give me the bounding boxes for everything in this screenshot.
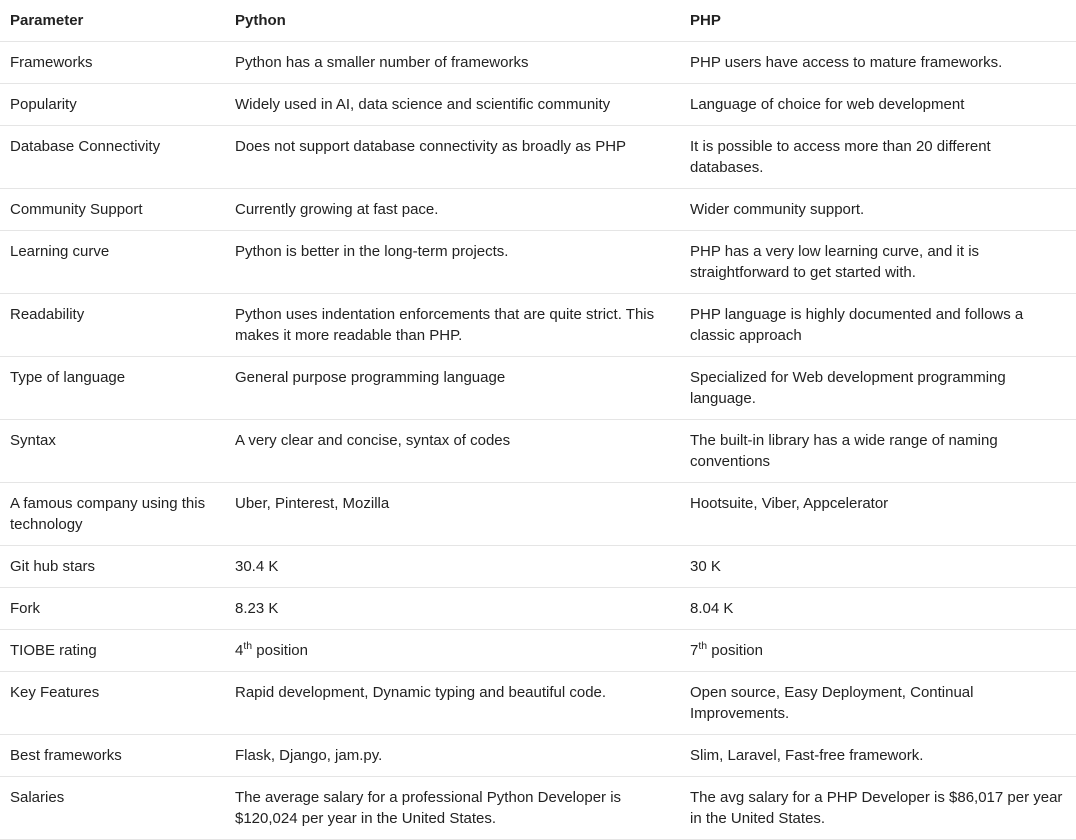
cell-php: The avg salary for a PHP Developer is $8…: [680, 777, 1076, 840]
cell-parameter: A famous company using this technology: [0, 483, 225, 546]
cell-parameter: Readability: [0, 294, 225, 357]
cell-python: 8.23 K: [225, 588, 680, 630]
cell-php: PHP users have access to mature framewor…: [680, 42, 1076, 84]
cell-php: The built-in library has a wide range of…: [680, 420, 1076, 483]
cell-python: Currently growing at fast pace.: [225, 189, 680, 231]
rank-suffix: position: [707, 642, 763, 659]
cell-python: 30.4 K: [225, 546, 680, 588]
header-python: Python: [225, 0, 680, 42]
cell-python: Uber, Pinterest, Mozilla: [225, 483, 680, 546]
cell-php: PHP language is highly documented and fo…: [680, 294, 1076, 357]
cell-python: Python has a smaller number of framework…: [225, 42, 680, 84]
cell-php: Hootsuite, Viber, Appcelerator: [680, 483, 1076, 546]
cell-python: The average salary for a professional Py…: [225, 777, 680, 840]
rank-ordinal: th: [243, 640, 252, 652]
cell-parameter: Salaries: [0, 777, 225, 840]
cell-parameter: Best frameworks: [0, 735, 225, 777]
table-row: PopularityWidely used in AI, data scienc…: [0, 84, 1076, 126]
cell-python: Does not support database connectivity a…: [225, 126, 680, 189]
cell-parameter: Learning curve: [0, 231, 225, 294]
table-row: TIOBE rating4th position7th position: [0, 630, 1076, 672]
cell-php: PHP has a very low learning curve, and i…: [680, 231, 1076, 294]
cell-php: Open source, Easy Deployment, Continual …: [680, 672, 1076, 735]
table-row: ReadabilityPython uses indentation enfor…: [0, 294, 1076, 357]
cell-python: 4th position: [225, 630, 680, 672]
header-parameter: Parameter: [0, 0, 225, 42]
table-row: Key FeaturesRapid development, Dynamic t…: [0, 672, 1076, 735]
cell-parameter: Syntax: [0, 420, 225, 483]
table-row: Fork8.23 K8.04 K: [0, 588, 1076, 630]
cell-parameter: Type of language: [0, 357, 225, 420]
cell-php: 30 K: [680, 546, 1076, 588]
rank-ordinal: th: [698, 640, 707, 652]
cell-python: Widely used in AI, data science and scie…: [225, 84, 680, 126]
table-row: Learning curvePython is better in the lo…: [0, 231, 1076, 294]
rank-suffix: position: [252, 642, 308, 659]
cell-php: Slim, Laravel, Fast-free framework.: [680, 735, 1076, 777]
cell-parameter: Frameworks: [0, 42, 225, 84]
cell-python: Flask, Django, jam.py.: [225, 735, 680, 777]
table-row: Best frameworksFlask, Django, jam.py.Sli…: [0, 735, 1076, 777]
cell-php: 7th position: [680, 630, 1076, 672]
cell-php: It is possible to access more than 20 di…: [680, 126, 1076, 189]
table-row: Community SupportCurrently growing at fa…: [0, 189, 1076, 231]
cell-php: Wider community support.: [680, 189, 1076, 231]
table-row: FrameworksPython has a smaller number of…: [0, 42, 1076, 84]
cell-parameter: Git hub stars: [0, 546, 225, 588]
header-php: PHP: [680, 0, 1076, 42]
cell-php: Language of choice for web development: [680, 84, 1076, 126]
cell-parameter: Database Connectivity: [0, 126, 225, 189]
cell-python: Python uses indentation enforcements tha…: [225, 294, 680, 357]
cell-python: General purpose programming language: [225, 357, 680, 420]
cell-php: Specialized for Web development programm…: [680, 357, 1076, 420]
table-row: Database ConnectivityDoes not support da…: [0, 126, 1076, 189]
cell-parameter: Popularity: [0, 84, 225, 126]
table-row: SyntaxA very clear and concise, syntax o…: [0, 420, 1076, 483]
cell-python: Python is better in the long-term projec…: [225, 231, 680, 294]
table-row: Git hub stars30.4 K30 K: [0, 546, 1076, 588]
table-row: A famous company using this technologyUb…: [0, 483, 1076, 546]
comparison-table: Parameter Python PHP FrameworksPython ha…: [0, 0, 1076, 840]
cell-python: Rapid development, Dynamic typing and be…: [225, 672, 680, 735]
cell-parameter: Community Support: [0, 189, 225, 231]
table-row: Type of languageGeneral purpose programm…: [0, 357, 1076, 420]
cell-parameter: TIOBE rating: [0, 630, 225, 672]
table-row: SalariesThe average salary for a profess…: [0, 777, 1076, 840]
table-header-row: Parameter Python PHP: [0, 0, 1076, 42]
cell-php: 8.04 K: [680, 588, 1076, 630]
cell-parameter: Fork: [0, 588, 225, 630]
cell-python: A very clear and concise, syntax of code…: [225, 420, 680, 483]
cell-parameter: Key Features: [0, 672, 225, 735]
